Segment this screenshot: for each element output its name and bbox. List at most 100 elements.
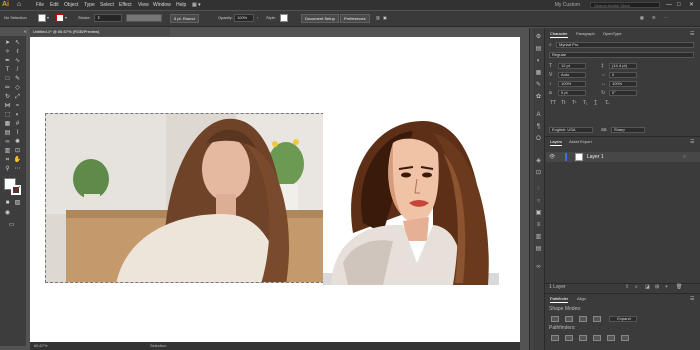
color-mode-icon[interactable]: ■: [3, 200, 12, 207]
arrange-icon[interactable]: ▦: [640, 14, 644, 21]
free-transform-tool-icon[interactable]: ⬚: [3, 112, 12, 119]
gradient-tool-icon[interactable]: ▤: [3, 130, 12, 137]
variable-width-profile[interactable]: [126, 14, 162, 22]
eraser-tool-icon[interactable]: ◇: [13, 85, 22, 92]
panel-menu-icon[interactable]: ☰: [690, 31, 694, 37]
artboards-icon[interactable]: ⊡: [533, 170, 544, 177]
panel-menu-icon[interactable]: ☰: [690, 139, 694, 145]
locate-object-icon[interactable]: ⌕: [635, 284, 638, 290]
links-icon[interactable]: ∞: [533, 264, 544, 271]
subscript-icon[interactable]: T₁: [583, 100, 588, 106]
tracking-field[interactable]: 0: [609, 72, 637, 78]
paragraph-icon[interactable]: ¶: [533, 124, 544, 131]
gradient-icon[interactable]: ▥: [533, 234, 544, 241]
expand-button[interactable]: Expand: [609, 316, 637, 322]
target-icon[interactable]: ○: [683, 154, 686, 160]
column-graph-tool-icon[interactable]: ▥: [3, 148, 12, 155]
transparency-icon[interactable]: ◌: [533, 186, 544, 193]
preferences-button[interactable]: Preferences: [340, 14, 370, 23]
menu-edit[interactable]: Edit: [50, 0, 59, 10]
small-caps-icon[interactable]: Tt: [561, 100, 565, 106]
direct-selection-tool-icon[interactable]: ↖: [13, 40, 22, 47]
vertical-scale-field[interactable]: 100%: [558, 81, 586, 87]
superscript-icon[interactable]: T¹: [572, 100, 577, 106]
strikethrough-icon[interactable]: T̶: [605, 100, 608, 106]
underline-icon[interactable]: T̲: [594, 100, 597, 106]
tab-paragraph[interactable]: Paragraph: [576, 31, 595, 37]
gradient-mode-icon[interactable]: ▨: [13, 200, 22, 207]
pencil-tool-icon[interactable]: ✏: [3, 85, 12, 92]
menu-help[interactable]: Help: [176, 0, 186, 10]
maximize-icon[interactable]: □: [677, 0, 681, 10]
merge-button[interactable]: [579, 335, 587, 341]
transform-icon[interactable]: ▣: [383, 14, 387, 21]
menu-view[interactable]: View: [138, 0, 149, 10]
minus-front-button[interactable]: [565, 316, 573, 322]
visibility-eye-icon[interactable]: 👁: [549, 154, 555, 160]
document-setup-button[interactable]: Document Setup: [301, 14, 339, 23]
brushes-icon[interactable]: ✎: [533, 82, 544, 89]
selection-tool-icon[interactable]: ➤: [3, 40, 12, 47]
character-icon[interactable]: A: [533, 112, 544, 119]
stroke-icon[interactable]: ≡: [533, 222, 544, 229]
crop-button[interactable]: [593, 335, 601, 341]
font-size-field[interactable]: 12 pt: [558, 63, 586, 69]
edit-toolbar-icon[interactable]: ⋯: [13, 166, 22, 173]
menu-icon[interactable]: ☰: [652, 14, 656, 21]
appearance-icon[interactable]: ○: [533, 198, 544, 205]
draw-mode-icon[interactable]: ◉: [3, 210, 12, 217]
all-caps-icon[interactable]: TT: [550, 100, 556, 106]
tab-asset-export[interactable]: Asset Export: [569, 139, 592, 145]
menu-file[interactable]: File: [36, 0, 44, 10]
curvature-tool-icon[interactable]: ∿: [13, 58, 22, 65]
align-icon[interactable]: ▤: [533, 246, 544, 253]
stroke-weight-field[interactable]: ⇕: [94, 14, 122, 22]
hand-tool-icon[interactable]: ✋: [13, 157, 22, 164]
properties-icon[interactable]: ⚙: [533, 34, 544, 41]
font-style-field[interactable]: Regular: [549, 52, 694, 58]
unite-button[interactable]: [551, 316, 559, 322]
magic-wand-tool-icon[interactable]: ✧: [3, 49, 12, 56]
align-icon[interactable]: ▥: [376, 14, 380, 21]
scale-tool-icon[interactable]: ⤢: [13, 94, 22, 101]
tab-pathfinder[interactable]: Pathfinder: [550, 296, 569, 303]
artboard-tool-icon[interactable]: ⊡: [13, 148, 22, 155]
trim-button[interactable]: [565, 335, 573, 341]
menu-window[interactable]: Window: [153, 0, 171, 10]
panel-menu-icon[interactable]: ☰: [690, 296, 694, 302]
brush-definition-dropdown[interactable]: 5 pt. Round: [170, 14, 199, 23]
new-sublayer-icon[interactable]: ⊞: [655, 284, 659, 290]
more-icon[interactable]: ⋯: [664, 14, 668, 21]
rotate-tool-icon[interactable]: ↻: [3, 94, 12, 101]
libraries-icon[interactable]: ▤: [533, 46, 544, 53]
clipping-mask-icon[interactable]: ◪: [645, 284, 650, 290]
zoom-level[interactable]: 66.67%: [34, 342, 48, 350]
menu-object[interactable]: Object: [64, 0, 78, 10]
horizontal-scale-field[interactable]: 100%: [609, 81, 637, 87]
divide-button[interactable]: [551, 335, 559, 341]
intersect-button[interactable]: [579, 316, 587, 322]
swatches-icon[interactable]: ▦: [533, 70, 544, 77]
width-tool-icon[interactable]: ⋈: [3, 103, 12, 110]
layers-icon[interactable]: ◈: [533, 158, 544, 165]
font-family-field[interactable]: Myriad Pro: [556, 42, 694, 48]
mesh-tool-icon[interactable]: #: [13, 121, 22, 128]
minimize-icon[interactable]: —: [666, 0, 672, 10]
baseline-shift-field[interactable]: 0 pt: [558, 90, 586, 96]
menu-type[interactable]: Type: [84, 0, 95, 10]
color-icon[interactable]: ◐: [533, 58, 544, 65]
lasso-tool-icon[interactable]: ℓ: [13, 49, 22, 56]
anti-aliasing-field[interactable]: Sharp: [611, 127, 645, 133]
new-layer-icon[interactable]: +: [665, 284, 668, 290]
close-icon[interactable]: ✕: [689, 0, 694, 10]
symbol-sprayer-tool-icon[interactable]: ✺: [13, 139, 22, 146]
vector-portrait[interactable]: [323, 113, 499, 285]
paintbrush-tool-icon[interactable]: ✎: [13, 76, 22, 83]
tab-character[interactable]: Character: [550, 31, 568, 38]
layer-row[interactable]: [546, 152, 700, 162]
rotation-field[interactable]: 0°: [609, 90, 637, 96]
stroke-swatch[interactable]: [56, 14, 64, 22]
chevron-down-icon[interactable]: ▾: [47, 14, 49, 21]
language-field[interactable]: English: USA: [549, 127, 593, 133]
tab-opentype[interactable]: OpenType: [603, 31, 621, 37]
